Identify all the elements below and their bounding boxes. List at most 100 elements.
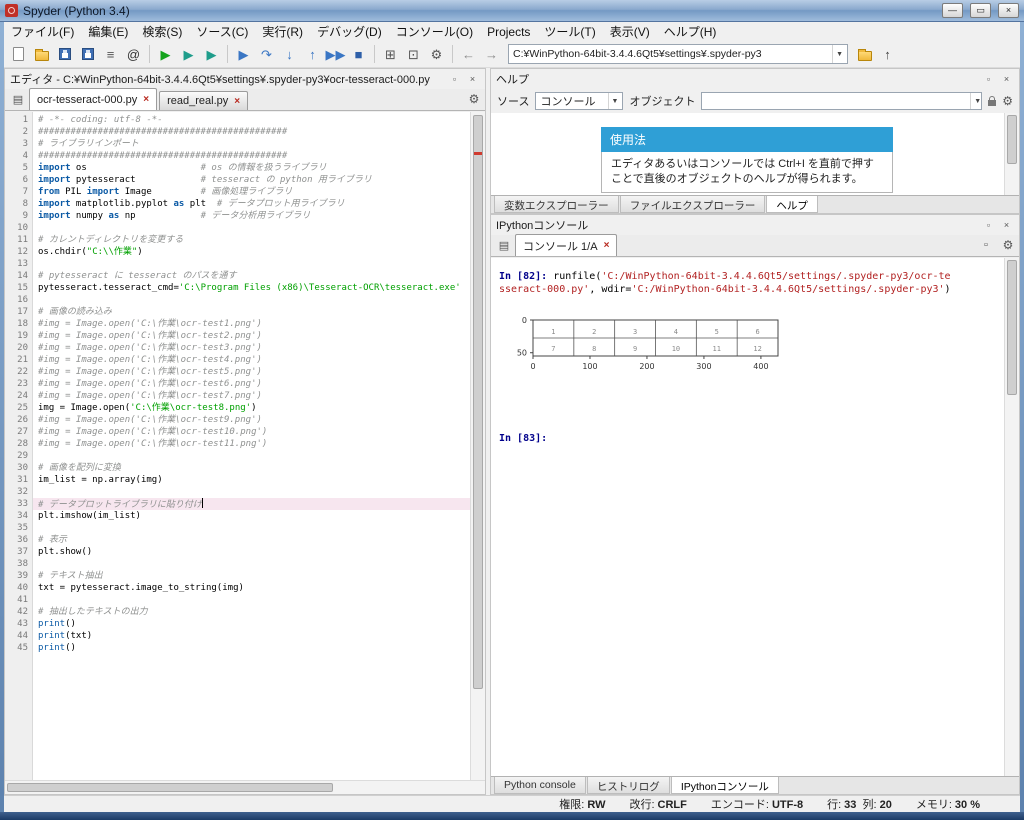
symbol-finder-button[interactable]: @ <box>122 43 145 66</box>
code-line[interactable]: #img = Image.open('C:\作業\ocr-test7.png') <box>38 390 470 402</box>
close-button[interactable]: × <box>998 3 1019 18</box>
code-line[interactable]: txt = pytesseract.image_to_string(img) <box>38 582 470 594</box>
maximize-button[interactable]: ▭ <box>970 3 991 18</box>
menu-item[interactable]: Projects <box>480 24 537 40</box>
code-line[interactable]: import pytesseract # tesseract の python … <box>38 174 470 186</box>
browse-tabs-button[interactable]: ▤ <box>9 90 27 108</box>
interrupt-kernel-icon[interactable]: ▫ <box>977 236 995 254</box>
code-line[interactable]: # テキスト抽出 <box>38 570 470 582</box>
console-dock-tab[interactable]: ヒストリログ <box>586 777 670 794</box>
console-list-icon[interactable]: ▤ <box>495 236 513 254</box>
code-line[interactable]: # 画像の読み込み <box>38 306 470 318</box>
code-line[interactable]: # ライブラリインポート <box>38 138 470 150</box>
code-line[interactable] <box>38 558 470 570</box>
code-line[interactable]: plt.show() <box>38 546 470 558</box>
console-vscroll-thumb[interactable] <box>1007 260 1017 395</box>
editor-tab[interactable]: ocr-tesseract-000.py × <box>29 88 158 110</box>
editor-horizontal-scrollbar[interactable] <box>5 780 485 794</box>
editor-vertical-scrollbar[interactable] <box>470 112 485 780</box>
editor-code-area[interactable]: # -*- coding: utf-8 -*- #################… <box>33 112 470 780</box>
code-line[interactable]: pytesseract.tesseract_cmd='C:\Program Fi… <box>38 282 470 294</box>
menu-item[interactable]: ソース(C) <box>189 22 255 41</box>
console-output[interactable]: In [82]: runfile('C:/WinPython-64bit-3.4… <box>491 258 1019 776</box>
help-dock-tab[interactable]: ヘルプ <box>766 196 818 213</box>
code-line[interactable]: from PIL import Image # 画像処理ライブラリ <box>38 186 470 198</box>
maximize-pane-button[interactable]: ⊞ <box>379 43 402 66</box>
open-working-directory-button[interactable] <box>853 43 876 66</box>
stop-button[interactable]: ■ <box>347 43 370 66</box>
tab-close-icon[interactable]: × <box>234 96 240 107</box>
step-out-button[interactable]: ↑ <box>301 43 324 66</box>
editor-tab[interactable]: read_real.py × <box>159 91 249 110</box>
code-line[interactable]: #img = Image.open('C:\作業\ocr-test5.png') <box>38 366 470 378</box>
code-line[interactable] <box>38 522 470 534</box>
lock-icon[interactable] <box>988 96 997 106</box>
combobox-dropdown-icon[interactable]: ▼ <box>607 93 618 109</box>
code-line[interactable]: ########################################… <box>38 126 470 138</box>
menu-item[interactable]: ファイル(F) <box>4 22 81 41</box>
fullscreen-button[interactable]: ⊡ <box>402 43 425 66</box>
continue-button[interactable]: ▶▶ <box>324 43 347 66</box>
code-line[interactable] <box>38 294 470 306</box>
code-line[interactable]: im_list = np.array(img) <box>38 474 470 486</box>
menu-item[interactable]: ツール(T) <box>537 22 602 41</box>
combobox-dropdown-icon[interactable]: ▼ <box>832 45 843 63</box>
help-dock-tab[interactable]: ファイルエクスプローラー <box>619 196 766 213</box>
code-line[interactable] <box>38 594 470 606</box>
code-line[interactable] <box>38 258 470 270</box>
close-pane-icon[interactable]: × <box>999 218 1014 232</box>
console-options-gear-icon[interactable]: ⚙ <box>999 236 1017 254</box>
code-line[interactable]: print(txt) <box>38 630 470 642</box>
console-prompt-line[interactable]: In [83]: <box>499 432 1003 445</box>
run-button[interactable]: ▶ <box>154 43 177 66</box>
code-line[interactable] <box>38 222 470 234</box>
code-line[interactable]: print() <box>38 642 470 654</box>
file-switcher-button[interactable]: ≡ <box>99 43 122 66</box>
run-cell-advance-button[interactable]: ▶ <box>200 43 223 66</box>
run-cell-button[interactable]: ▶ <box>177 43 200 66</box>
editor-options-gear-icon[interactable]: ⚙ <box>465 90 483 108</box>
working-directory-combobox[interactable]: C:¥WinPython-64bit-3.4.4.6Qt5¥settings¥.… <box>508 44 848 64</box>
undock-pane-icon[interactable]: ▫ <box>981 218 996 232</box>
code-line[interactable]: #img = Image.open('C:\作業\ocr-test2.png') <box>38 330 470 342</box>
undock-pane-icon[interactable]: ▫ <box>447 72 462 86</box>
menu-item[interactable]: コンソール(O) <box>389 22 480 41</box>
menu-item[interactable]: ヘルプ(H) <box>657 22 724 41</box>
code-line[interactable]: # 表示 <box>38 534 470 546</box>
tab-close-icon[interactable]: × <box>143 94 149 105</box>
code-line[interactable]: import numpy as np # データ分析用ライブラリ <box>38 210 470 222</box>
close-pane-icon[interactable]: × <box>465 72 480 86</box>
code-line[interactable]: ########################################… <box>38 150 470 162</box>
code-line[interactable]: #img = Image.open('C:\作業\ocr-test10.png'… <box>38 426 470 438</box>
console-dock-tab[interactable]: Python console <box>494 777 586 794</box>
code-line[interactable]: # データプロットライブラリに貼り付け <box>33 498 470 510</box>
code-line[interactable] <box>38 486 470 498</box>
help-options-gear-icon[interactable]: ⚙ <box>1002 94 1013 108</box>
code-line[interactable]: #img = Image.open('C:\作業\ocr-test11.png'… <box>38 438 470 450</box>
console-tab[interactable]: コンソール 1/A × <box>515 234 618 256</box>
menu-item[interactable]: 検索(S) <box>135 22 189 41</box>
help-vertical-scrollbar[interactable] <box>1004 113 1019 195</box>
debug-button[interactable]: ▶ <box>232 43 255 66</box>
code-line[interactable]: #img = Image.open('C:\作業\ocr-test1.png') <box>38 318 470 330</box>
new-file-button[interactable] <box>7 43 30 66</box>
code-line[interactable]: os.chdir("C:\\作業") <box>38 246 470 258</box>
code-line[interactable]: import matplotlib.pyplot as plt # データプロッ… <box>38 198 470 210</box>
forward-button[interactable]: → <box>480 43 503 66</box>
menu-item[interactable]: 表示(V) <box>603 22 657 41</box>
console-dock-tab[interactable]: IPythonコンソール <box>670 777 779 794</box>
close-pane-icon[interactable]: × <box>999 72 1014 86</box>
code-line[interactable]: # -*- coding: utf-8 -*- <box>38 114 470 126</box>
combobox-dropdown-icon[interactable]: ▼ <box>970 93 981 109</box>
code-line[interactable]: #img = Image.open('C:\作業\ocr-test3.png') <box>38 342 470 354</box>
code-line[interactable]: plt.imshow(im_list) <box>38 510 470 522</box>
editor-hscroll-thumb[interactable] <box>7 783 334 792</box>
help-object-combobox[interactable]: ▼ <box>701 92 983 110</box>
code-line[interactable]: # 画像を配列に変換 <box>38 462 470 474</box>
code-line[interactable]: # 抽出したテキストの出力 <box>38 606 470 618</box>
step-into-button[interactable]: ↓ <box>278 43 301 66</box>
console-vertical-scrollbar[interactable] <box>1004 258 1019 776</box>
menu-item[interactable]: 編集(E) <box>81 22 135 41</box>
code-line[interactable] <box>38 450 470 462</box>
menu-item[interactable]: 実行(R) <box>255 22 310 41</box>
